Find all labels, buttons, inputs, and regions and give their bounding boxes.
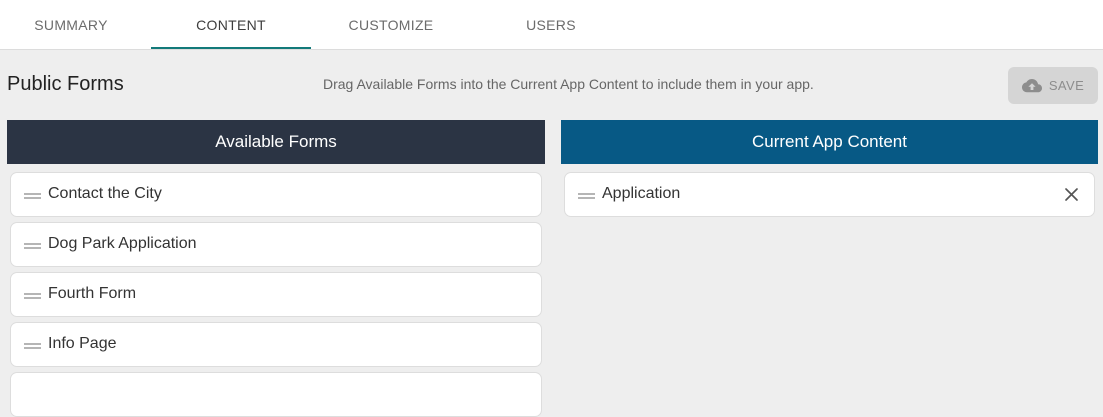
drag-handle-icon[interactable] (24, 193, 41, 199)
tab-customize[interactable]: CUSTOMIZE (311, 0, 471, 50)
current-app-content-header: Current App Content (561, 120, 1098, 164)
available-form-item[interactable] (10, 372, 542, 417)
close-icon[interactable] (1063, 186, 1080, 203)
available-form-item[interactable]: Dog Park Application (10, 222, 542, 267)
available-form-label: Dog Park Application (48, 235, 197, 252)
available-form-label: Info Page (48, 335, 117, 352)
available-form-item[interactable]: Fourth Form (10, 272, 542, 317)
instructions-text: Drag Available Forms into the Current Ap… (323, 76, 814, 92)
available-form-item[interactable]: Info Page (10, 322, 542, 367)
page-title: Public Forms (7, 73, 124, 95)
active-tab-indicator (151, 47, 311, 49)
drag-handle-icon[interactable] (24, 293, 41, 299)
available-form-item[interactable]: Contact the City (10, 172, 542, 217)
tab-content[interactable]: CONTENT (151, 0, 311, 50)
available-forms-header: Available Forms (7, 120, 545, 164)
available-form-label: Contact the City (48, 185, 162, 202)
current-content-item[interactable]: Application (564, 172, 1095, 217)
tab-summary[interactable]: SUMMARY (0, 0, 142, 50)
drag-handle-icon[interactable] (24, 243, 41, 249)
available-form-label: Fourth Form (48, 285, 137, 302)
drag-handle-icon[interactable] (24, 343, 41, 349)
tab-bar: SUMMARY CONTENT CUSTOMIZE USERS (0, 0, 1103, 50)
drag-handle-icon[interactable] (578, 193, 595, 199)
cloud-upload-icon (1021, 78, 1042, 93)
save-button[interactable]: SAVE (1008, 67, 1098, 104)
tab-users[interactable]: USERS (471, 0, 631, 50)
save-button-label: SAVE (1048, 78, 1085, 93)
current-content-label: Application (602, 185, 681, 202)
